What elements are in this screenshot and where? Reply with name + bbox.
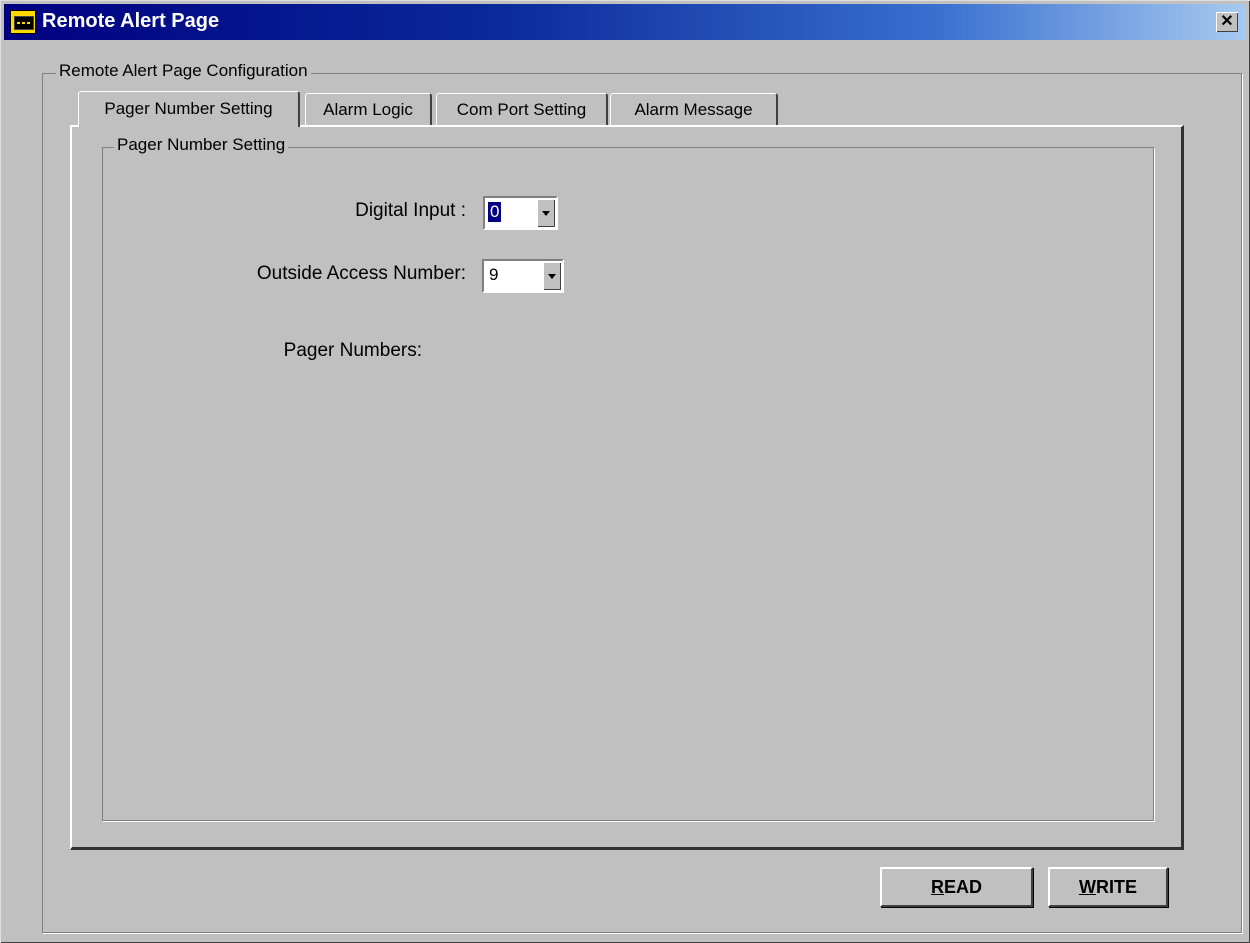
write-button[interactable]: WRITE — [1048, 867, 1168, 907]
tab-alarm-message[interactable]: Alarm Message — [610, 93, 778, 125]
write-label-rest: RITE — [1095, 877, 1137, 897]
outside-access-value: 9 — [489, 265, 499, 284]
tab-label: Alarm Message — [634, 100, 753, 119]
window-title: Remote Alert Page — [42, 10, 220, 32]
close-icon: ✕ — [1220, 13, 1234, 30]
dropdown-arrow-icon[interactable] — [543, 262, 561, 290]
pager-numbers-label: Pager Numbers: — [283, 340, 422, 361]
write-mnemonic: W — [1078, 877, 1096, 897]
tab-com-port-setting[interactable]: Com Port Setting — [436, 93, 608, 125]
close-button[interactable]: ✕ — [1216, 12, 1238, 32]
tab-panel: Pager Number Setting Digital Input : 0 O… — [70, 125, 1184, 850]
title-bar[interactable]: Remote Alert Page ✕ — [4, 4, 1246, 40]
tab-label: Pager Number Setting — [104, 99, 273, 118]
outside-access-label: Outside Access Number: — [256, 263, 466, 284]
pager-groupbox — [102, 147, 1154, 821]
digital-input-combo[interactable]: 0 — [483, 196, 558, 230]
digital-input-value: 0 — [486, 201, 503, 223]
read-button[interactable]: READ — [880, 867, 1033, 907]
tab-label: Alarm Logic — [323, 100, 413, 119]
remote-alert-window: Remote Alert Page ✕ Remote Alert Page Co… — [0, 0, 1250, 943]
outside-access-combo[interactable]: 9 — [482, 259, 564, 293]
pager-app-icon — [10, 10, 36, 34]
tab-alarm-logic[interactable]: Alarm Logic — [305, 93, 432, 125]
digital-input-label: Digital Input : — [355, 200, 466, 221]
tab-label: Com Port Setting — [456, 100, 587, 119]
tab-pager-number-setting[interactable]: Pager Number Setting — [78, 91, 300, 127]
read-label-rest: EAD — [943, 877, 982, 897]
pager-group-label: Pager Number Setting — [114, 135, 289, 155]
config-group-label: Remote Alert Page Configuration — [56, 61, 311, 81]
dropdown-arrow-icon[interactable] — [537, 199, 555, 227]
read-mnemonic: R — [930, 877, 944, 897]
